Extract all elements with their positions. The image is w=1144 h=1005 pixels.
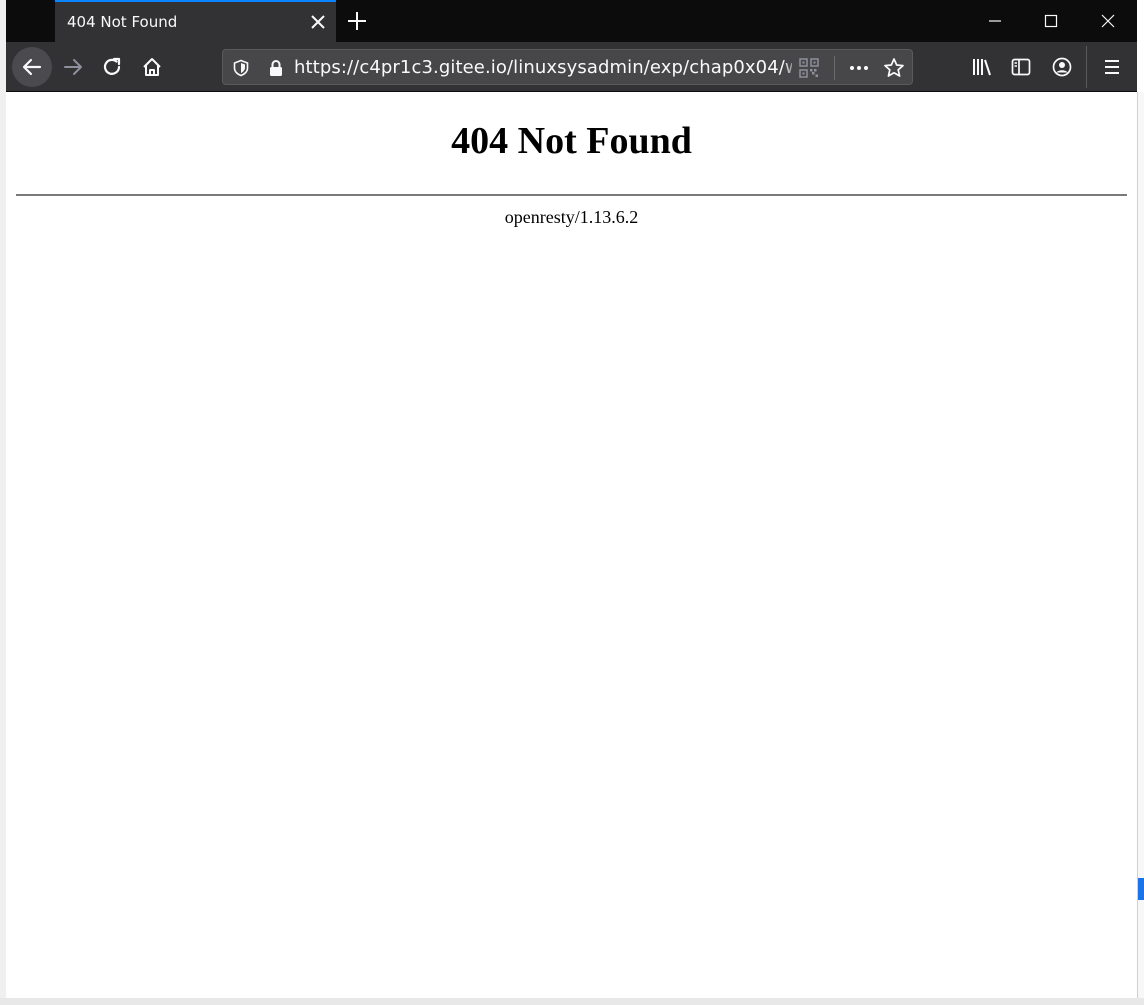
server-signature: openresty/1.13.6.2 (504, 207, 639, 227)
browser-window: 404 Not Found https://c4pr1c3.gitee.io/l… (6, 0, 1137, 998)
new-tab-icon[interactable] (346, 10, 368, 32)
url-bar-divider (834, 56, 835, 80)
reload-icon[interactable] (92, 47, 132, 87)
page-content: 404 Not Found openresty/1.13.6.2 (6, 93, 1137, 998)
desktop-accent (1138, 878, 1144, 900)
toolbar-divider (1086, 46, 1087, 88)
tab-title: 404 Not Found (67, 13, 178, 31)
forward-button[interactable] (53, 47, 93, 87)
library-icon[interactable] (962, 47, 1002, 87)
url-text[interactable]: https://c4pr1c3.gitee.io/linuxsysadmin/e… (294, 57, 792, 78)
desktop-edge-right (1137, 92, 1144, 998)
minimize-icon[interactable] (967, 0, 1023, 42)
sidebar-toggle-icon[interactable] (1001, 47, 1041, 87)
bookmark-star-icon[interactable] (882, 56, 906, 80)
account-icon[interactable] (1042, 47, 1082, 87)
desktop-edge-bottom (0, 998, 1144, 1005)
maximize-icon[interactable] (1023, 0, 1079, 42)
page-title: 404 Not Found (451, 120, 692, 162)
home-icon[interactable] (132, 47, 172, 87)
tab-strip: 404 Not Found (6, 0, 1137, 42)
close-window-icon[interactable] (1080, 0, 1136, 42)
hamburger-menu-icon[interactable] (1092, 47, 1132, 87)
back-button[interactable] (12, 47, 52, 87)
page-actions-menu-icon[interactable] (847, 56, 871, 80)
url-bar[interactable]: https://c4pr1c3.gitee.io/linuxsysadmin/e… (222, 49, 913, 85)
navigation-toolbar: https://c4pr1c3.gitee.io/linuxsysadmin/e… (6, 42, 1137, 92)
qr-code-icon[interactable] (797, 56, 821, 80)
tracking-protection-shield-icon[interactable] (229, 56, 253, 80)
tab-active[interactable]: 404 Not Found (55, 0, 336, 42)
lock-icon[interactable] (264, 56, 288, 80)
divider (16, 194, 1127, 196)
close-tab-icon[interactable] (308, 12, 328, 32)
